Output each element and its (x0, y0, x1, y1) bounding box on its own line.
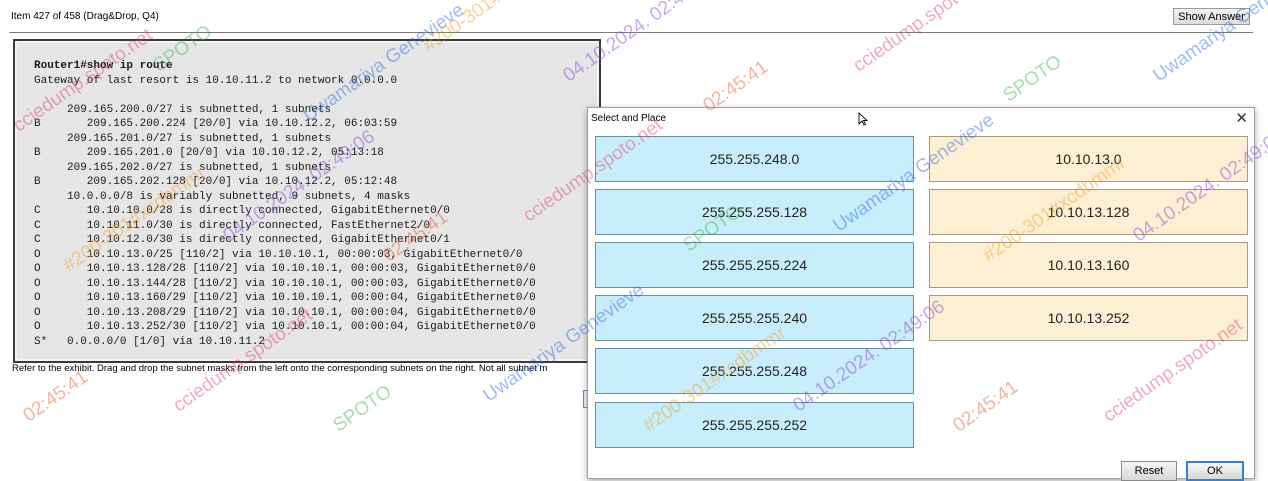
cli-line: 209.165.200.0/27 is subnetted, 1 subnets (34, 103, 332, 116)
cli-line: O 10.10.13.208/29 [110/2] via 10.10.10.1… (34, 306, 536, 319)
exhibit-panel: Router1#show ip route Gateway of last res… (13, 39, 601, 363)
cli-line: Router1#show ip route (34, 60, 173, 72)
cli-line: C 10.10.11.0/30 is directly connected, F… (34, 219, 431, 232)
mask-tile[interactable]: 255.255.255.248 (595, 348, 914, 394)
cli-line: 10.0.0.0/8 is variably subnetted, 9 subn… (34, 190, 411, 203)
subnet-target[interactable]: 10.10.13.128 (929, 189, 1248, 235)
mask-tile[interactable]: 255.255.255.252 (595, 402, 914, 448)
cli-line: O 10.10.13.160/29 [110/2] via 10.10.10.1… (34, 292, 536, 304)
cli-line: B 209.165.202.128 [20/0] via 10.10.12.2,… (34, 176, 398, 188)
cli-output: Router1#show ip route Gateway of last res… (34, 59, 536, 349)
mask-tile[interactable]: 255.255.248.0 (595, 136, 914, 182)
cli-line: 209.165.202.0/27 is subnetted, 1 subnets (34, 161, 332, 174)
cli-line: O 10.10.13.128/28 [110/2] via 10.10.10.1… (34, 263, 536, 275)
cli-line: B 209.165.201.0 [20/0] via 10.10.12.2, 0… (34, 147, 384, 159)
cli-line: C 10.10.12.0/30 is directly connected, G… (34, 234, 450, 246)
select-and-place-dialog: Select and Place ✕ 255.255.248.0 255.255… (587, 107, 1255, 481)
close-icon[interactable]: ✕ (1235, 109, 1248, 127)
cli-line: Gateway of last resort is 10.10.11.2 to … (34, 74, 398, 87)
subnet-target[interactable]: 10.10.13.0 (929, 136, 1248, 182)
header-divider (9, 32, 1253, 33)
mask-tile[interactable]: 255.255.255.224 (595, 242, 914, 288)
ok-button[interactable]: OK (1186, 461, 1244, 481)
instructions-text: Refer to the exhibit. Drag and drop the … (12, 363, 548, 374)
watermark-text: SPOTO (999, 51, 1066, 107)
subnet-target[interactable]: 10.10.13.252 (929, 295, 1248, 341)
show-answer-button[interactable]: Show Answer (1173, 8, 1250, 25)
mouse-pointer-icon (858, 112, 868, 126)
exhibit-background: Router1#show ip route Gateway of last res… (17, 43, 597, 359)
reset-button[interactable]: Reset (1121, 461, 1177, 481)
cli-line: O 10.10.13.252/30 [110/2] via 10.10.10.1… (34, 321, 536, 333)
cli-line: B 209.165.200.224 [20/0] via 10.10.12.2,… (34, 118, 398, 130)
subnet-target[interactable]: 10.10.13.160 (929, 242, 1248, 288)
item-header: Item 427 of 458 (Drag&Drop, Q4) (11, 11, 159, 22)
cli-line: O 10.10.13.144/28 [110/2] via 10.10.10.1… (34, 277, 536, 290)
cli-line: S* 0.0.0.0/0 [1/0] via 10.10.11.2 (34, 335, 266, 348)
watermark-text: 02:45:41 (19, 366, 93, 427)
cli-line: O 10.10.13.0/25 [110/2] via 10.10.10.1, … (34, 248, 523, 261)
mask-tile[interactable]: 255.255.255.128 (595, 189, 914, 235)
dialog-title: Select and Place (591, 113, 667, 124)
cli-line: C 10.10.10.0/28 is directly connected, G… (34, 205, 450, 217)
top-bar: Item 427 of 458 (Drag&Drop, Q4) Show Ans… (0, 0, 1268, 34)
cli-line (34, 88, 536, 103)
watermark-text: SPOTO (329, 381, 396, 437)
cli-line: 209.165.201.0/27 is subnetted, 1 subnets (34, 132, 332, 145)
mask-tile[interactable]: 255.255.255.240 (595, 295, 914, 341)
